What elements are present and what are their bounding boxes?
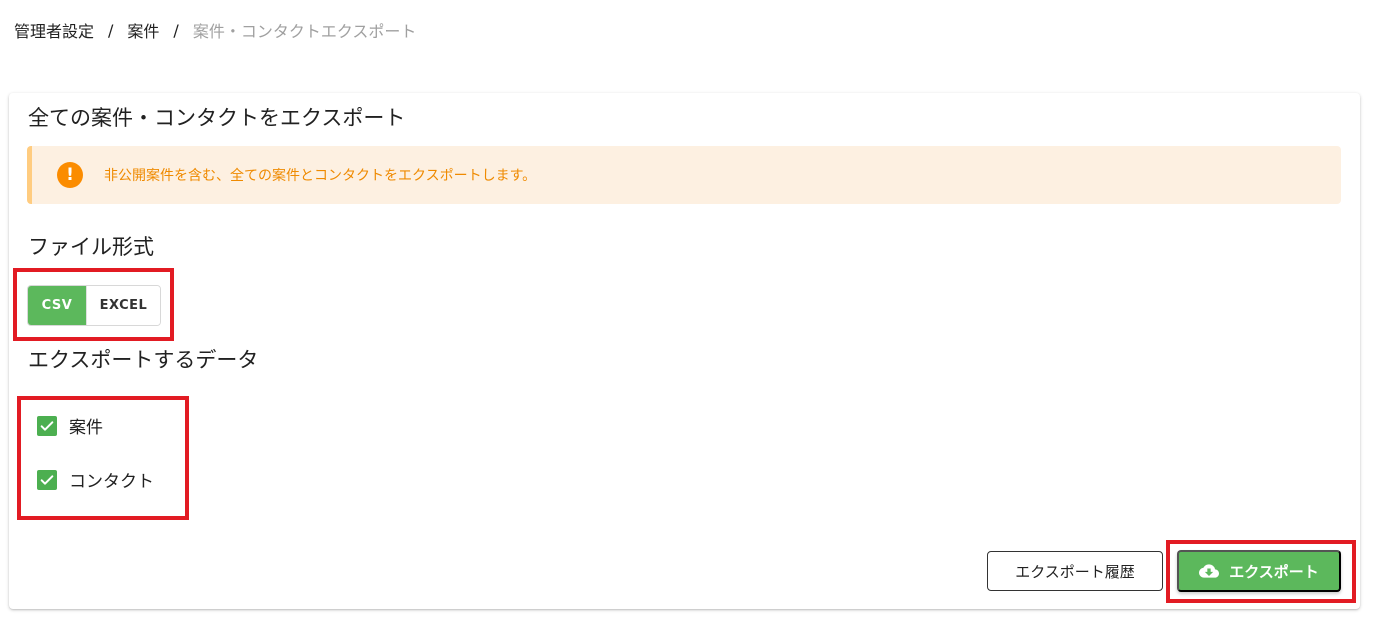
- breadcrumb-item-admin-settings[interactable]: 管理者設定: [14, 18, 94, 42]
- file-format-title: ファイル形式: [28, 235, 154, 259]
- check-icon: [40, 420, 54, 431]
- page-title: 全ての案件・コンタクトをエクスポート: [28, 106, 406, 130]
- breadcrumb-item-deals[interactable]: 案件: [127, 18, 159, 42]
- breadcrumb: 管理者設定 / 案件 / 案件・コンタクトエクスポート: [14, 18, 417, 42]
- alert-message: 非公開案件を含む、全ての案件とコンタクトをエクスポートします。: [104, 168, 537, 184]
- deals-checkbox[interactable]: [37, 415, 57, 436]
- contacts-checkbox-row[interactable]: コンタクト: [37, 467, 154, 492]
- breadcrumb-separator: /: [108, 20, 114, 40]
- deals-checkbox-label: 案件: [69, 418, 103, 438]
- contacts-checkbox-label: コンタクト: [69, 472, 154, 492]
- export-data-title: エクスポートするデータ: [28, 348, 259, 372]
- cloud-download-icon: [1199, 564, 1220, 578]
- exclamation-icon: !: [57, 162, 83, 188]
- contacts-checkbox[interactable]: [37, 469, 57, 490]
- deals-checkbox-row[interactable]: 案件: [37, 413, 103, 438]
- export-history-button[interactable]: エクスポート履歴: [987, 551, 1163, 591]
- warning-alert: ! 非公開案件を含む、全ての案件とコンタクトをエクスポートします。: [27, 146, 1341, 204]
- export-button[interactable]: エクスポート: [1177, 550, 1341, 592]
- file-format-toggle: CSV EXCEL: [27, 285, 161, 326]
- breadcrumb-item-current: 案件・コンタクトエクスポート: [192, 22, 417, 41]
- breadcrumb-separator: /: [173, 20, 179, 40]
- format-excel-button[interactable]: EXCEL: [86, 286, 160, 325]
- check-icon: [40, 474, 54, 485]
- export-card: 全ての案件・コンタクトをエクスポート ! 非公開案件を含む、全ての案件とコンタク…: [9, 93, 1360, 609]
- format-csv-button[interactable]: CSV: [28, 286, 86, 325]
- export-button-label: エクスポート: [1229, 563, 1319, 581]
